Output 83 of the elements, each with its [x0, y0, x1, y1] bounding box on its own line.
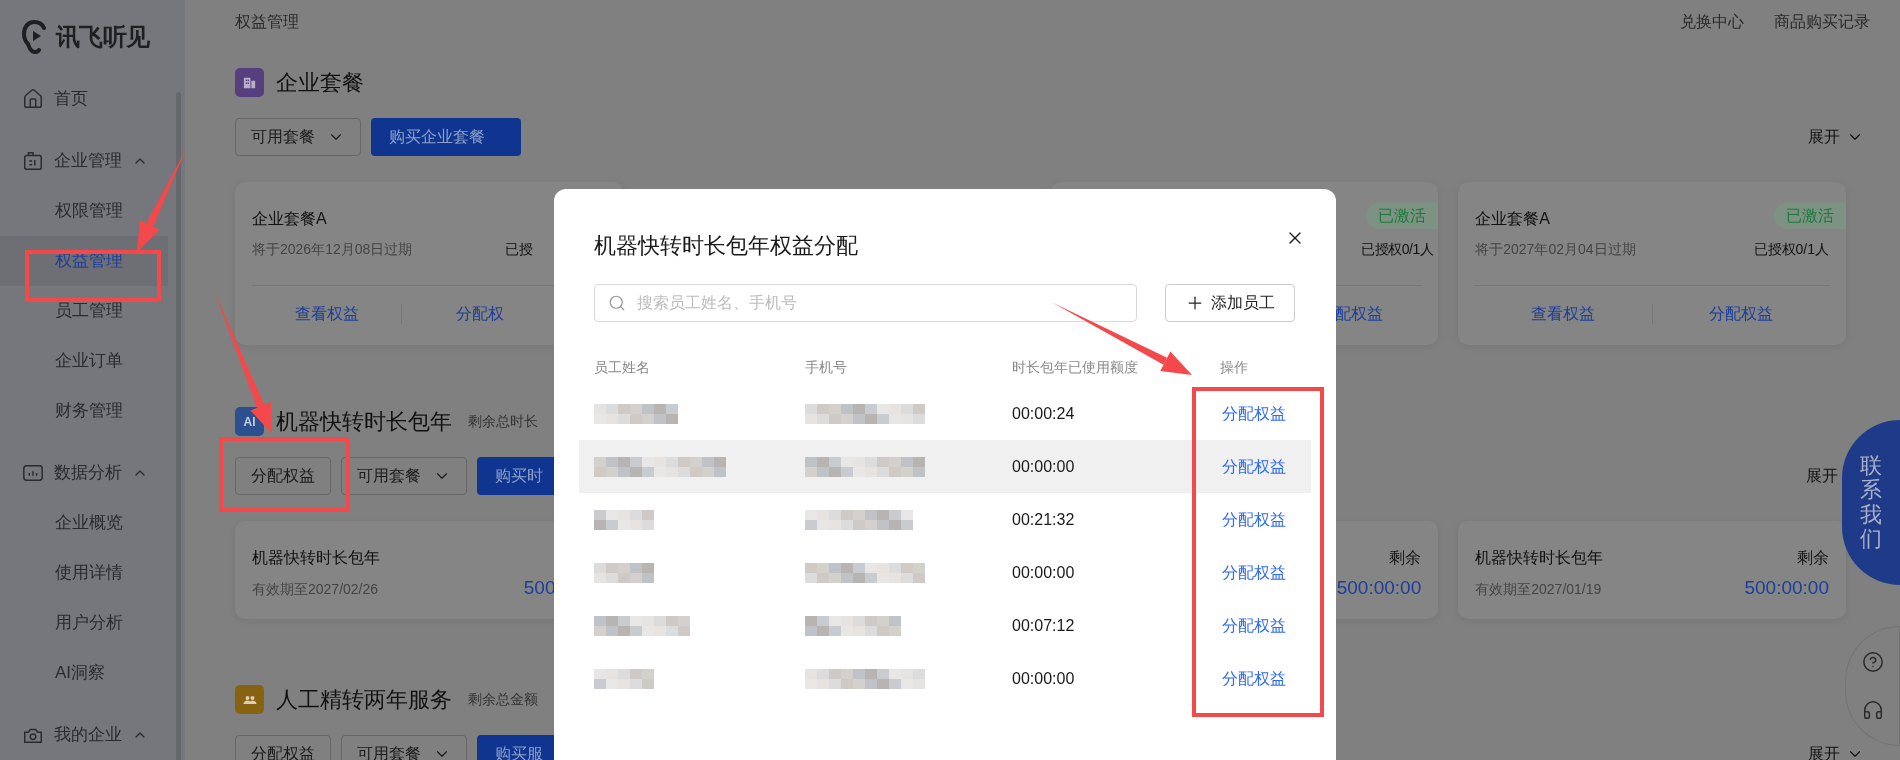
- buy-button[interactable]: 购买企业套餐: [371, 118, 521, 156]
- pixelated-name: [594, 562, 654, 583]
- assign-benefits-link[interactable]: 分配权益: [1222, 457, 1286, 475]
- card-title: 企业套餐A: [252, 209, 327, 229]
- contact-us-button[interactable]: 联系我们: [1842, 420, 1900, 585]
- sidebar-subitem[interactable]: 企业订单: [0, 336, 168, 386]
- sidebar-subitem[interactable]: 用户分析: [0, 598, 168, 648]
- assign-benefits-link[interactable]: 分配权益: [1222, 669, 1286, 687]
- remaining-time: 500:00:00: [1336, 576, 1422, 600]
- header-link[interactable]: 商品购买记录: [1774, 10, 1870, 34]
- assign-benefits-link[interactable]: 分配权益: [1222, 563, 1286, 581]
- section-title: 企业套餐: [276, 69, 364, 97]
- column-header: 时长包年已使用额度: [1012, 359, 1138, 375]
- view-benefits-link[interactable]: 查看权益: [1531, 301, 1596, 326]
- remaining-time: 500:00:00: [1744, 576, 1829, 600]
- sidebar-item[interactable]: 我的企业: [0, 710, 185, 760]
- status-badge: 已激活: [1366, 202, 1439, 229]
- sidebar-subitem[interactable]: 财务管理: [0, 386, 168, 436]
- usage-cell: 00:07:12: [1012, 616, 1075, 634]
- column-header: 员工姓名: [594, 359, 650, 375]
- usage-cell: 00:00:00: [1012, 669, 1075, 687]
- sidebar-item[interactable]: 首页: [0, 74, 185, 124]
- headset-icon[interactable]: [1861, 699, 1884, 721]
- remaining-label: 剩余: [1797, 549, 1829, 566]
- section-summary: 剩余总金额: [468, 690, 538, 709]
- sidebar-item[interactable]: 数据分析: [0, 448, 185, 498]
- assign-benefits-link[interactable]: 分配权益: [1222, 510, 1286, 528]
- validity-date: 有效期至2027/01/19: [1475, 581, 1602, 597]
- expand-toggle[interactable]: 展开: [1808, 125, 1864, 149]
- usage-cell: 00:00:00: [1012, 563, 1075, 581]
- people-icon: [235, 685, 264, 714]
- expand-toggle[interactable]: 展开: [1806, 464, 1838, 488]
- sidebar-subitem[interactable]: 企业概览: [0, 498, 168, 548]
- validity-date: 有效期至2027/02/26: [252, 581, 379, 597]
- status-badge: 已激活: [1774, 202, 1846, 229]
- assign-benefits-link[interactable]: 分配权益: [1222, 404, 1286, 422]
- scrollbar[interactable]: [176, 92, 181, 760]
- authorized-count: 已授权0/1人: [1361, 239, 1434, 259]
- card-title: 机器快转时长包年: [252, 549, 380, 566]
- assign-benefits-link[interactable]: 配权益: [1335, 301, 1384, 326]
- dialog-title: 机器快转时长包年权益分配: [594, 231, 858, 260]
- assign-benefits-link[interactable]: 分配权: [456, 301, 505, 326]
- pixelated-name: [594, 668, 654, 689]
- authorized-count: 已授: [504, 239, 534, 259]
- sidebar-subitem[interactable]: AI洞察: [0, 648, 168, 698]
- pixelated-name: [594, 509, 654, 530]
- sidebar-item[interactable]: 企业管理: [0, 136, 185, 186]
- home-icon: [22, 88, 44, 110]
- search-field[interactable]: 搜索员工姓名、手机号: [594, 284, 1137, 322]
- sidebar-subitem[interactable]: 使用详情: [0, 548, 168, 598]
- logo-icon: [22, 20, 48, 54]
- section-title: 人工精转两年服务: [276, 686, 452, 714]
- section-title: 机器快转时长包年: [276, 408, 452, 436]
- usage-cell: 00:00:24: [1012, 404, 1075, 422]
- header-link[interactable]: 兑换中心: [1680, 10, 1744, 34]
- help-icon[interactable]: [1861, 651, 1884, 673]
- remaining-label: 剩余: [1389, 549, 1422, 566]
- card-title: 机器快转时长包年: [1475, 549, 1604, 566]
- breadcrumb: 权益管理: [235, 12, 299, 32]
- sidebar-subitem[interactable]: 员工管理: [0, 286, 168, 336]
- sidebar-subitem[interactable]: 权限管理: [0, 186, 168, 236]
- package-dropdown[interactable]: 可用套餐: [341, 457, 467, 495]
- expiry-date: 将于2026年12月08日过期: [252, 239, 413, 259]
- search-icon: [608, 294, 626, 312]
- column-header: 操作: [1220, 359, 1248, 375]
- assign-benefits-link[interactable]: 分配权益: [1222, 616, 1286, 634]
- view-benefits-link[interactable]: 查看权益: [294, 301, 359, 326]
- expiry-date: 将于2027年02月04日过期: [1475, 239, 1636, 259]
- usage-cell: 00:21:32: [1012, 510, 1075, 528]
- column-header: 手机号: [805, 359, 847, 375]
- briefcase-icon: [22, 150, 44, 172]
- assign-benefits-link[interactable]: 分配权益: [1708, 301, 1773, 326]
- building-icon: [235, 68, 264, 97]
- remaining-time: 500: [523, 576, 557, 600]
- authorized-count: 已授权0/1人: [1753, 239, 1829, 259]
- assign-button[interactable]: 分配权益: [235, 457, 331, 495]
- usage-cell: 00:00:00: [1012, 457, 1075, 475]
- chart-icon: [22, 462, 44, 484]
- package-dropdown[interactable]: 可用套餐: [235, 118, 361, 156]
- section-summary: 剩余总时长: [468, 412, 538, 431]
- logo-text: 讯飞听见: [56, 22, 150, 52]
- card-title: 企业套餐A: [1475, 209, 1550, 229]
- add-employee-button[interactable]: 添加员工: [1165, 284, 1295, 322]
